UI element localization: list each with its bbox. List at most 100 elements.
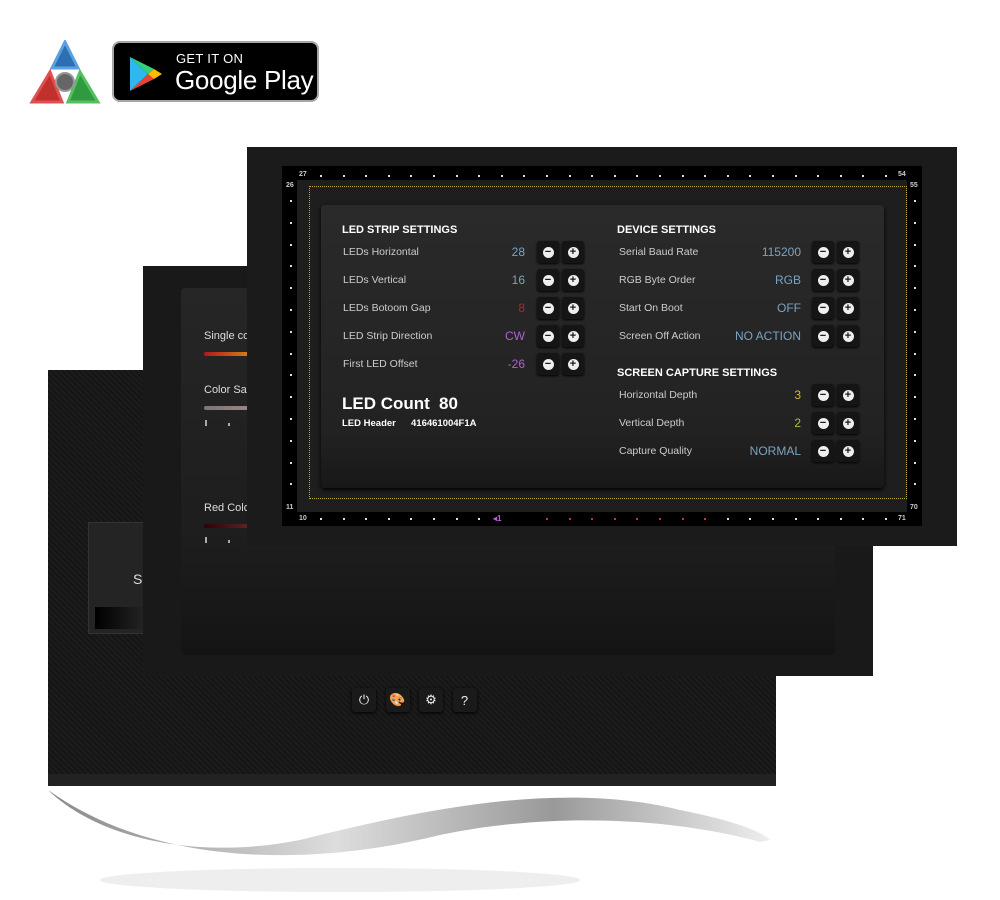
increment-button[interactable]: + bbox=[837, 384, 859, 406]
plus-icon: + bbox=[567, 358, 579, 370]
led-dot bbox=[290, 374, 292, 377]
setting-value: 2 bbox=[794, 416, 801, 430]
increment-button[interactable]: + bbox=[837, 269, 859, 291]
google-play-badge[interactable]: GET IT ON Google Play bbox=[112, 41, 319, 102]
led-dot bbox=[636, 518, 639, 520]
setting-label: Vertical Depth bbox=[619, 417, 685, 429]
decrement-button[interactable]: − bbox=[812, 241, 834, 263]
decrement-button[interactable]: − bbox=[537, 269, 559, 291]
led-dot bbox=[749, 518, 752, 520]
led-dot bbox=[478, 518, 481, 520]
tick bbox=[205, 420, 207, 426]
decrement-button[interactable]: − bbox=[812, 297, 834, 319]
palette-icon: 🎨 bbox=[389, 692, 406, 707]
led-dot bbox=[290, 309, 292, 311]
led-dot bbox=[365, 175, 368, 177]
led-dot bbox=[914, 200, 916, 202]
led-number: 70 bbox=[910, 504, 918, 511]
settings-button[interactable]: ⚙ bbox=[419, 688, 443, 712]
led-number: 55 bbox=[910, 182, 918, 189]
led-count-label: LED Count bbox=[342, 394, 430, 413]
led-number: 27 bbox=[299, 171, 307, 178]
led-dot bbox=[290, 330, 292, 333]
play-store-icon bbox=[130, 57, 162, 91]
decrement-button[interactable]: − bbox=[537, 241, 559, 263]
increment-button[interactable]: + bbox=[837, 325, 859, 347]
led-dot bbox=[817, 518, 820, 520]
increment-button[interactable]: + bbox=[837, 241, 859, 263]
increment-button[interactable]: + bbox=[562, 297, 584, 319]
decrement-button[interactable]: − bbox=[812, 412, 834, 434]
minus-icon: − bbox=[542, 358, 554, 370]
led-count-value: 80 bbox=[439, 394, 458, 413]
led-dot bbox=[914, 418, 916, 420]
led-dot bbox=[290, 439, 292, 442]
help-button[interactable]: ? bbox=[452, 688, 477, 712]
increment-button[interactable]: + bbox=[837, 412, 859, 434]
led-dot bbox=[794, 175, 797, 177]
led-dot bbox=[862, 175, 865, 177]
plus-icon: + bbox=[842, 274, 854, 286]
setting-row: Serial Baud Rate 115200 bbox=[619, 241, 812, 263]
setting-row: Start On Boot OFF bbox=[619, 297, 812, 319]
led-dot bbox=[704, 518, 707, 520]
setting-label: LEDs Vertical bbox=[343, 274, 407, 286]
led-dot bbox=[726, 518, 729, 520]
setting-row: Screen Off Action NO ACTION bbox=[619, 325, 812, 347]
led-dot bbox=[839, 175, 842, 177]
led-dot bbox=[500, 175, 503, 177]
led-dot bbox=[914, 483, 916, 486]
led-dot bbox=[433, 518, 435, 520]
led-dot bbox=[681, 518, 684, 520]
plus-icon: + bbox=[842, 246, 854, 258]
decrement-button[interactable]: − bbox=[537, 353, 559, 375]
setting-value: CW bbox=[505, 329, 525, 343]
decrement-button[interactable]: − bbox=[812, 269, 834, 291]
led-header-label: LED Header bbox=[342, 418, 396, 429]
palette-button[interactable]: 🎨 bbox=[385, 688, 410, 712]
decrement-button[interactable]: − bbox=[812, 440, 834, 462]
setting-row: LEDs Botoom Gap 8 bbox=[343, 297, 537, 319]
led-dot bbox=[290, 221, 292, 224]
led-dot bbox=[591, 175, 594, 177]
led-dot bbox=[914, 221, 916, 224]
led-dot bbox=[290, 243, 292, 246]
plus-icon: + bbox=[567, 330, 579, 342]
led-dot bbox=[817, 175, 820, 177]
badge-line1: GET IT ON bbox=[176, 51, 244, 66]
decrement-button[interactable]: − bbox=[537, 325, 559, 347]
increment-button[interactable]: + bbox=[562, 241, 584, 263]
led-dot bbox=[342, 518, 345, 520]
led-dot bbox=[862, 518, 865, 520]
led-dot bbox=[726, 175, 729, 177]
led-dot bbox=[591, 518, 594, 520]
led-dot bbox=[885, 518, 887, 520]
led-dot bbox=[410, 518, 413, 520]
plus-icon: + bbox=[842, 389, 854, 401]
increment-button[interactable]: + bbox=[837, 440, 859, 462]
setting-row: Horizontal Depth 3 bbox=[619, 384, 812, 406]
setting-row: RGB Byte Order RGB bbox=[619, 269, 812, 291]
led-dot bbox=[772, 175, 774, 177]
setting-label: LED Strip Direction bbox=[343, 330, 433, 342]
increment-button[interactable]: + bbox=[562, 269, 584, 291]
minus-icon: − bbox=[542, 330, 554, 342]
setting-value: 8 bbox=[518, 301, 525, 315]
led-dot bbox=[290, 200, 292, 202]
decrement-button[interactable]: − bbox=[812, 325, 834, 347]
increment-button[interactable]: + bbox=[562, 353, 584, 375]
decrement-button[interactable]: − bbox=[537, 297, 559, 319]
power-button[interactable]: ⏻ bbox=[352, 688, 376, 712]
led-dot bbox=[455, 518, 458, 520]
single-color-label: Single co bbox=[204, 330, 250, 342]
led-dot bbox=[387, 175, 390, 177]
decrement-button[interactable]: − bbox=[812, 384, 834, 406]
increment-button[interactable]: + bbox=[837, 297, 859, 319]
led-dot bbox=[839, 518, 842, 520]
minus-icon: − bbox=[817, 274, 829, 286]
increment-button[interactable]: + bbox=[562, 325, 584, 347]
device-settings-title: DEVICE SETTINGS bbox=[617, 224, 717, 236]
plus-icon: + bbox=[842, 445, 854, 457]
led-dot bbox=[704, 175, 707, 177]
led-number: 10 bbox=[299, 515, 307, 522]
